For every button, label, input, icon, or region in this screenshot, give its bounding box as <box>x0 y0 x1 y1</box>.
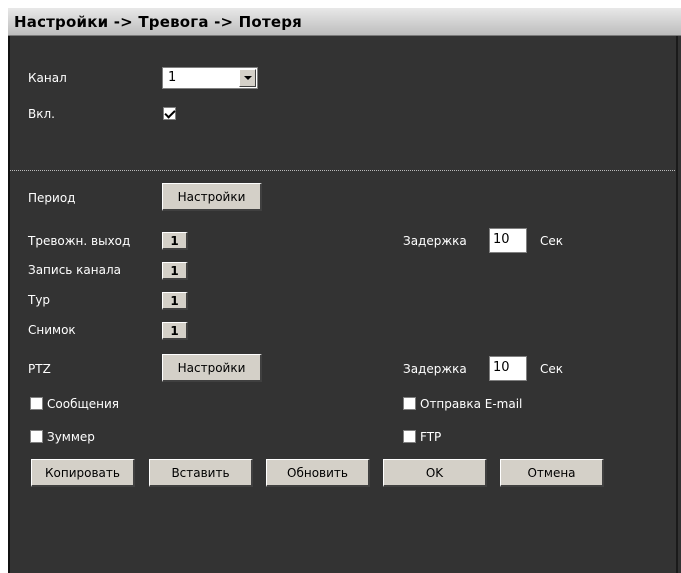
chevron-down-icon[interactable] <box>239 69 256 87</box>
left-border <box>8 36 10 573</box>
copy-button[interactable]: Копировать <box>31 459 135 487</box>
window-title: Настройки -> Тревога -> Потеря <box>14 13 302 31</box>
cancel-button[interactable]: Отмена <box>500 459 604 487</box>
enable-checkbox[interactable] <box>163 107 176 120</box>
delay2-label: Задержка <box>403 362 467 376</box>
alarm-output-button[interactable]: 1 <box>162 232 188 250</box>
channel-dropdown[interactable]: 1 <box>162 67 258 89</box>
delay1-unit: Сек <box>540 234 564 248</box>
refresh-button[interactable]: Обновить <box>266 459 370 487</box>
ptz-label: PTZ <box>28 362 51 376</box>
snapshot-label: Снимок <box>28 323 76 337</box>
buzzer-label: Зуммер <box>47 430 95 444</box>
right-border <box>676 36 678 573</box>
alarm-output-label: Тревожн. выход <box>28 234 131 248</box>
period-label: Период <box>28 191 76 205</box>
email-checkbox[interactable] <box>403 397 416 410</box>
delay2-input[interactable]: 10 <box>489 356 527 381</box>
period-settings-button[interactable]: Настройки <box>162 183 262 211</box>
delay1-input[interactable]: 10 <box>489 228 527 253</box>
channel-label: Канал <box>28 71 67 85</box>
settings-window: Настройки -> Тревога -> Потеря <box>8 8 681 573</box>
delay2-unit: Сек <box>540 362 564 376</box>
tour-button[interactable]: 1 <box>162 292 188 310</box>
messages-label: Сообщения <box>47 397 120 411</box>
ptz-settings-button[interactable]: Настройки <box>162 354 262 382</box>
ftp-label: FTP <box>420 430 442 444</box>
messages-checkbox[interactable] <box>30 397 43 410</box>
title-bar: Настройки -> Тревога -> Потеря <box>8 8 681 36</box>
enable-label: Вкл. <box>28 107 55 121</box>
channel-value: 1 <box>168 70 177 85</box>
snapshot-button[interactable]: 1 <box>162 322 188 340</box>
email-label: Отправка E-mail <box>420 397 523 411</box>
record-channel-button[interactable]: 1 <box>162 262 188 280</box>
buzzer-checkbox[interactable] <box>30 430 43 443</box>
section-divider <box>10 170 675 171</box>
paste-button[interactable]: Вставить <box>149 459 253 487</box>
ftp-checkbox[interactable] <box>403 430 416 443</box>
ok-button[interactable]: OK <box>383 459 487 487</box>
tour-label: Тур <box>28 293 51 307</box>
record-channel-label: Запись канала <box>28 263 121 277</box>
delay1-label: Задержка <box>403 234 467 248</box>
